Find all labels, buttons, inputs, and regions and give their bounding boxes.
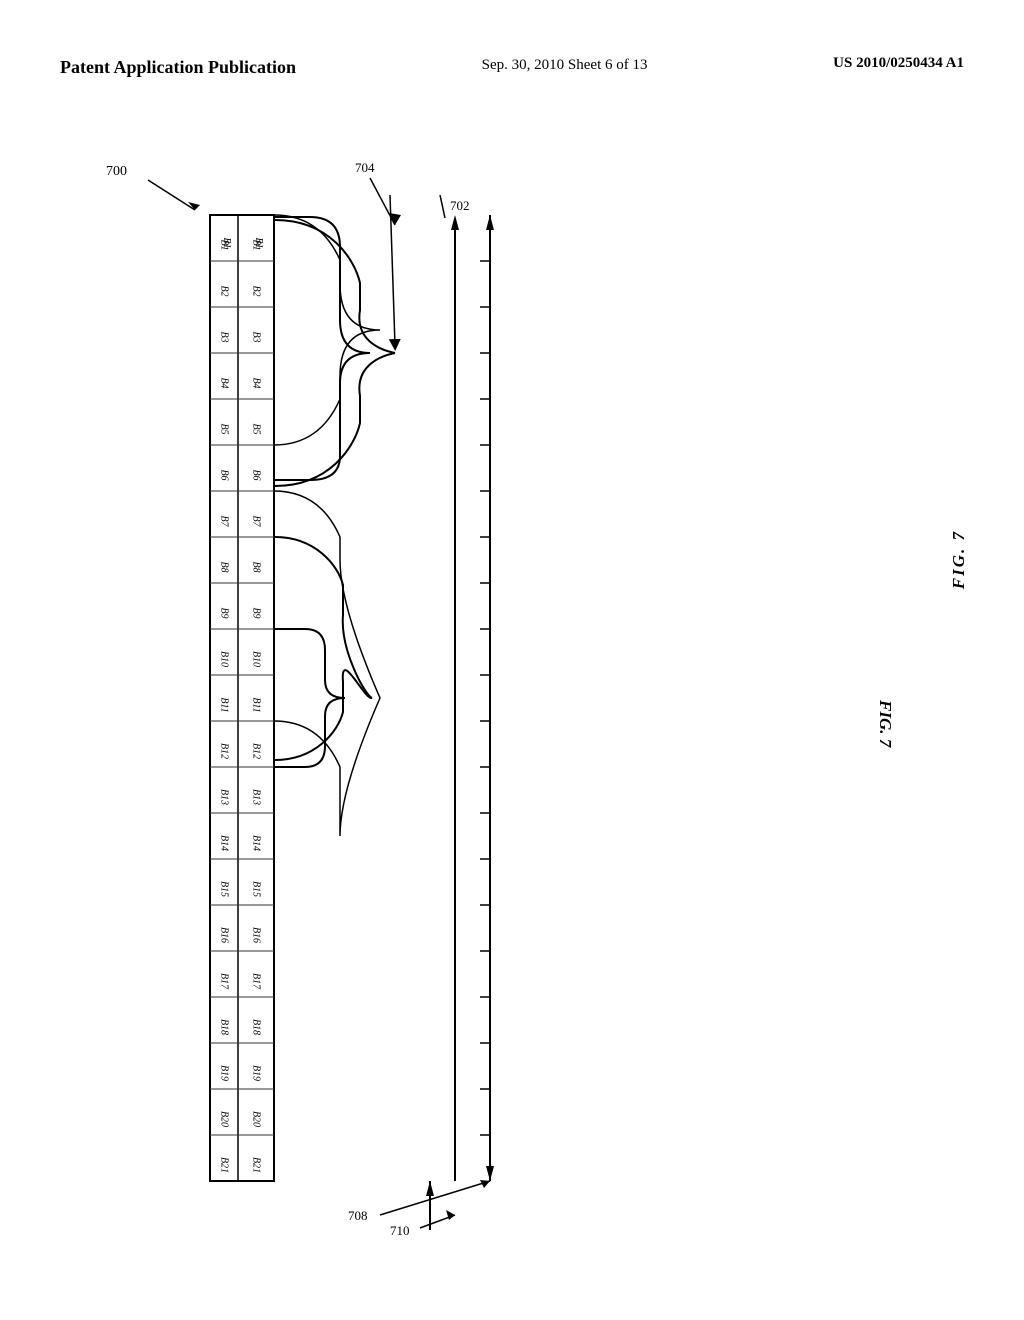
label-700: 700: [106, 164, 127, 179]
ruler-bottom-arrow: [486, 1166, 494, 1181]
svg-text:B9: B9: [251, 607, 262, 618]
brace-lower-group: [274, 629, 345, 767]
svg-text:B2: B2: [219, 285, 230, 296]
svg-text:B1: B1: [219, 239, 230, 250]
svg-text:B19: B19: [219, 1065, 230, 1081]
svg-text:B15: B15: [251, 881, 262, 897]
svg-text:B9: B9: [219, 607, 230, 618]
svg-text:B1: B1: [251, 239, 262, 250]
svg-text:B19: B19: [251, 1065, 262, 1081]
svg-text:B11: B11: [219, 697, 230, 712]
svg-text:B21: B21: [219, 1157, 230, 1173]
svg-text:B20: B20: [219, 1111, 230, 1127]
brace-upper-group: [274, 217, 370, 480]
svg-text:B8: B8: [251, 561, 262, 572]
figure-label: FIG. 7: [876, 699, 895, 749]
diagram-svg: 700 B1 B1 B1 B1 B2 B2 B: [0, 0, 1024, 1320]
svg-text:B2: B2: [251, 285, 262, 296]
svg-text:B15: B15: [219, 881, 230, 897]
figure-label-text: FIG. 7: [949, 530, 969, 589]
svg-text:B12: B12: [219, 743, 230, 759]
svg-text:B14: B14: [251, 835, 262, 851]
svg-text:B3: B3: [251, 331, 262, 342]
ruler-top-arrow: [486, 215, 494, 230]
svg-text:B21: B21: [251, 1157, 262, 1173]
brace-bottom: [275, 353, 395, 486]
svg-text:B10: B10: [251, 651, 262, 667]
svg-text:B16: B16: [219, 927, 230, 943]
svg-text:B11: B11: [251, 697, 262, 712]
svg-text:B4: B4: [219, 377, 230, 388]
label-704: 704: [355, 160, 375, 175]
svg-text:B18: B18: [219, 1019, 230, 1035]
svg-text:B20: B20: [251, 1111, 262, 1127]
svg-text:B18: B18: [251, 1019, 262, 1035]
svg-text:B5: B5: [219, 423, 230, 434]
label-708: 708: [348, 1208, 368, 1223]
brace2-bottom: [275, 670, 372, 760]
brace2-top: [275, 537, 372, 698]
svg-text:B12: B12: [251, 743, 262, 759]
svg-text:B4: B4: [251, 377, 262, 388]
svg-text:B3: B3: [219, 331, 230, 342]
label-710: 710: [390, 1223, 410, 1238]
svg-text:B17: B17: [251, 973, 262, 990]
svg-text:B6: B6: [219, 469, 230, 480]
svg-text:B6: B6: [251, 469, 262, 480]
label-702: 702: [450, 198, 470, 213]
svg-text:B16: B16: [251, 927, 262, 943]
svg-text:B13: B13: [251, 789, 262, 805]
svg-text:B17: B17: [219, 973, 230, 990]
svg-text:B10: B10: [219, 651, 230, 667]
svg-text:B7: B7: [251, 515, 262, 527]
svg-text:B13: B13: [219, 789, 230, 805]
brace-top: [275, 220, 395, 353]
upper-brace: [274, 215, 380, 445]
svg-text:B14: B14: [219, 835, 230, 851]
svg-text:B5: B5: [251, 423, 262, 434]
svg-text:B7: B7: [219, 515, 230, 527]
lower-brace: [274, 491, 380, 836]
svg-text:B8: B8: [219, 561, 230, 572]
